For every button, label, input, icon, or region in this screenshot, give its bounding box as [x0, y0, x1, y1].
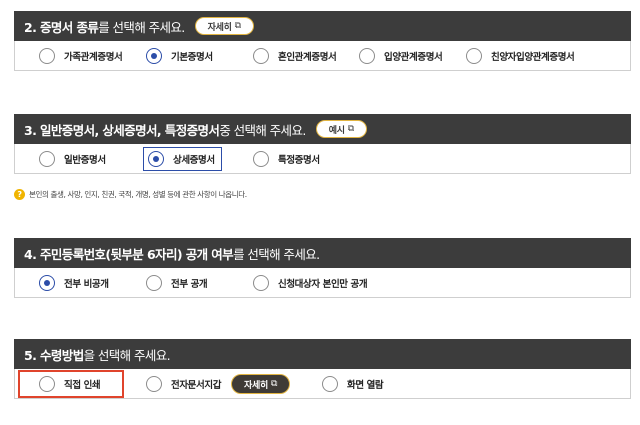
external-link-icon: ⧉ [270, 379, 278, 389]
radio-selected-icon[interactable] [148, 151, 164, 167]
section-title-bold: 5. 수령방법 [24, 347, 84, 363]
section-header: 2. 증명서 종류 를 선택해 주세요. 자세히 ⧉ [14, 11, 631, 41]
option-label: 특정증명서 [278, 155, 320, 166]
radio-all-public[interactable]: 전부 공개 [146, 274, 208, 292]
section-header: 5. 수령방법 을 선택해 주세요. [14, 339, 631, 369]
radio-general-certificate[interactable]: 일반증명서 [39, 150, 106, 168]
wallet-detail-button-label: 자세히 [244, 380, 268, 391]
option-label: 기본증명서 [171, 52, 213, 63]
radio-print-directly[interactable]: 직접 인쇄 [39, 375, 101, 393]
question-icon: ? [14, 189, 25, 200]
option-label: 입양관계증명서 [384, 52, 443, 63]
radio-specific-certificate[interactable]: 특정증명서 [253, 150, 320, 168]
radio-screen-view[interactable]: 화면 열람 [322, 375, 384, 393]
example-button-label: 예시 [328, 125, 345, 136]
section-title-rest: 을 선택해 주세요. [83, 347, 171, 363]
external-link-icon: ⧉ [347, 124, 354, 134]
option-label: 친양자입양관계증명서 [491, 52, 575, 63]
radio-selected-icon[interactable] [39, 275, 55, 291]
example-button[interactable]: 예시 ⧉ [315, 120, 367, 138]
section-header: 3. 일반증명서, 상세증명서, 특정증명서 중 선택해 주세요. 예시 ⧉ [14, 114, 631, 144]
radio-basic-certificate[interactable]: 기본증명서 [146, 47, 213, 65]
radio-marriage-relation[interactable]: 혼인관계증명서 [253, 47, 337, 65]
section-options: 가족관계증명서 기본증명서 혼인관계증명서 입양관계증명서 친양자입양관계증명서 [14, 41, 631, 71]
option-label: 신청대상자 본인만 공개 [278, 279, 368, 290]
option-label: 상세증명서 [173, 155, 215, 166]
help-note-text: 본인의 출생, 사망, 인지, 친권, 국적, 개명, 성별 등에 관한 사항이… [29, 190, 247, 199]
radio-family-relation[interactable]: 가족관계증명서 [39, 47, 123, 65]
section-options: 전부 비공개 전부 공개 신청대상자 본인만 공개 [14, 268, 631, 298]
detail-button-label: 자세히 [207, 22, 232, 33]
section-title-bold: 3. 일반증명서, 상세증명서, 특정증명서 [24, 122, 220, 138]
radio-adoption-relation[interactable]: 입양관계증명서 [359, 47, 443, 65]
section-header: 4. 주민등록번호(뒷부분 6자리) 공개 여부 를 선택해 주세요. [14, 238, 631, 268]
section-title-bold: 2. 증명서 종류 [24, 19, 99, 35]
radio-applicant-only-public[interactable]: 신청대상자 본인만 공개 [253, 274, 368, 292]
radio-all-private[interactable]: 전부 비공개 [39, 274, 109, 292]
option-label: 혼인관계증명서 [278, 52, 337, 63]
radio-circle-icon[interactable] [146, 376, 162, 392]
radio-circle-icon[interactable] [253, 48, 269, 64]
radio-circle-icon[interactable] [466, 48, 482, 64]
radio-circle-icon[interactable] [253, 151, 269, 167]
option-label: 전자문서지갑 [171, 380, 222, 391]
radio-circle-icon[interactable] [146, 275, 162, 291]
radio-circle-icon[interactable] [359, 48, 375, 64]
section-receipt-method: 5. 수령방법 을 선택해 주세요. 직접 인쇄 전자문서지갑 자세히 ⧉ 화면… [14, 339, 631, 399]
option-label: 가족관계증명서 [64, 52, 123, 63]
radio-circle-icon[interactable] [39, 48, 55, 64]
option-label: 직접 인쇄 [64, 380, 101, 391]
section-title-rest: 를 선택해 주세요. [233, 246, 320, 262]
wallet-detail-button[interactable]: 자세히 ⧉ [231, 374, 291, 394]
section-title-rest: 중 선택해 주세요. [219, 122, 306, 138]
section-certificate-type: 2. 증명서 종류 를 선택해 주세요. 자세히 ⧉ 가족관계증명서 기본증명서… [14, 11, 631, 71]
radio-detailed-certificate[interactable]: 상세증명서 [143, 147, 222, 171]
option-label: 일반증명서 [64, 155, 106, 166]
external-link-icon: ⧉ [234, 21, 241, 31]
help-note: ? 본인의 출생, 사망, 인지, 친권, 국적, 개명, 성별 등에 관한 사… [14, 189, 247, 200]
radio-circle-icon[interactable] [39, 376, 55, 392]
section-certificate-level: 3. 일반증명서, 상세증명서, 특정증명서 중 선택해 주세요. 예시 ⧉ 일… [14, 114, 631, 174]
radio-selected-icon[interactable] [146, 48, 162, 64]
section-resident-number-disclosure: 4. 주민등록번호(뒷부분 6자리) 공개 여부 를 선택해 주세요. 전부 비… [14, 238, 631, 298]
radio-digital-wallet[interactable]: 전자문서지갑 [146, 375, 221, 393]
radio-circle-icon[interactable] [322, 376, 338, 392]
radio-circle-icon[interactable] [253, 275, 269, 291]
option-label: 화면 열람 [347, 380, 384, 391]
section-title-bold: 4. 주민등록번호(뒷부분 6자리) 공개 여부 [24, 246, 234, 262]
radio-full-adoption-relation[interactable]: 친양자입양관계증명서 [466, 47, 575, 65]
option-label: 전부 공개 [171, 279, 208, 290]
option-label: 전부 비공개 [64, 279, 109, 290]
detail-button[interactable]: 자세히 ⧉ [194, 17, 254, 35]
section-options: 일반증명서 상세증명서 특정증명서 [14, 144, 631, 174]
section-title-rest: 를 선택해 주세요. [98, 19, 185, 35]
radio-circle-icon[interactable] [39, 151, 55, 167]
section-options: 직접 인쇄 전자문서지갑 자세히 ⧉ 화면 열람 [14, 369, 631, 399]
